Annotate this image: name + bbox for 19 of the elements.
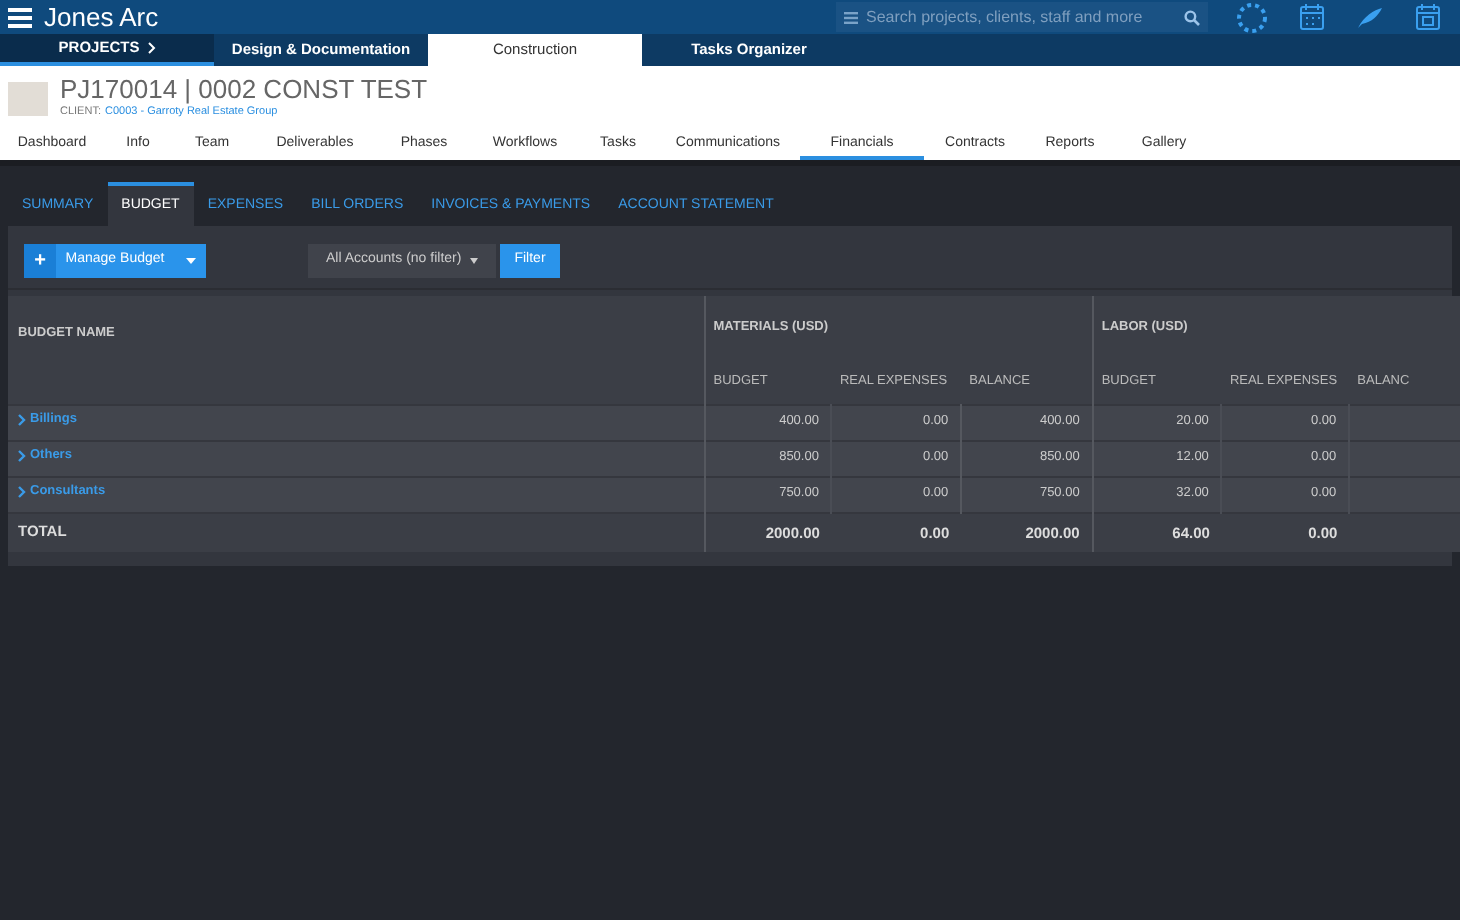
chevron-right-icon <box>18 414 26 427</box>
feather-icon[interactable] <box>1356 5 1384 29</box>
caret-down-icon <box>185 258 195 264</box>
app-title: Jones Arc <box>44 4 159 30</box>
menu-icon[interactable] <box>8 7 32 27</box>
dropdown-button[interactable] <box>174 244 206 278</box>
search-icon[interactable] <box>1184 9 1200 25</box>
add-button[interactable]: + <box>24 244 56 278</box>
project-title: PJ170014 | 0002 CONST TEST <box>60 76 428 104</box>
progress-icon[interactable] <box>1236 1 1268 33</box>
menu-icon <box>844 11 858 23</box>
photo-placeholder <box>8 81 48 115</box>
caret-down-icon <box>470 258 478 264</box>
calendar-icon[interactable] <box>1416 4 1440 30</box>
chevron-right-icon <box>18 486 26 499</box>
chevron-right-icon <box>18 450 26 463</box>
chevron-right-icon <box>147 42 156 54</box>
search-field[interactable]: Search projects, clients, staff and more <box>836 2 1208 32</box>
calendar-icon[interactable] <box>1300 4 1324 30</box>
